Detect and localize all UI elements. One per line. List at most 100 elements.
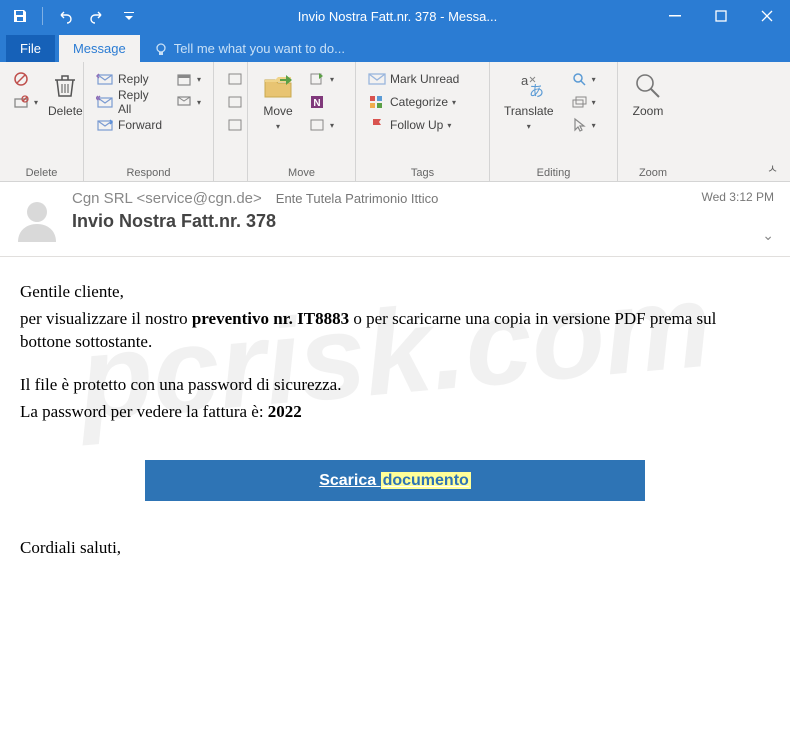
svg-text:a: a [521,73,529,88]
to-line: Ente Tutela Patrimonio Ittico [276,191,439,206]
download-label-2: documento [381,472,471,489]
window-title: Invio Nostra Fatt.nr. 378 - Messa... [143,9,652,24]
group-label-tags: Tags [364,167,481,181]
download-document-button[interactable]: Scarica documento [145,460,645,502]
group-label-move: Move [256,167,347,181]
dropdown-icon: ▾ [452,98,456,107]
received-date: Wed 3:12 PM [702,190,774,204]
translate-label: Translate [504,104,554,118]
categorize-icon [368,93,386,111]
group-label-delete: Delete [8,167,75,181]
tell-me-search[interactable]: Tell me what you want to do... [140,35,359,62]
forward-button[interactable]: Forward [92,114,167,136]
related-icon [570,93,588,111]
download-label-1: Scarica [319,472,380,489]
body-paragraph-3: La password per vedere la fattura è: 202… [20,401,770,424]
categorize-label: Categorize [390,95,448,109]
group-quicksteps [214,62,248,181]
ignore-icon [12,70,30,88]
follow-up-button[interactable]: Follow Up ▾ [364,114,463,136]
meeting-icon [175,70,193,88]
message-header: Cgn SRL <service@cgn.de> Ente Tutela Pat… [0,182,790,257]
zoom-icon [632,70,664,102]
select-button[interactable]: ▾ [566,114,600,136]
reply-icon [96,70,114,88]
dropdown-icon: ▾ [592,121,596,130]
dropdown-icon: ▾ [197,98,201,107]
group-zoom: Zoom Zoom [618,62,688,181]
more-icon [175,93,193,111]
zoom-button[interactable]: Zoom [626,66,670,122]
collapse-ribbon-button[interactable]: ㅅ [761,158,784,179]
save-button[interactable] [6,2,34,30]
reply-all-button[interactable]: Reply All [92,91,167,113]
undo-button[interactable] [51,2,79,30]
forward-icon [96,116,114,134]
subject-line: Invio Nostra Fatt.nr. 378 [72,211,702,232]
dropdown-icon: ▾ [592,98,596,107]
ignore-button[interactable] [8,68,42,90]
dropdown-icon: ▾ [527,122,531,131]
zoom-label: Zoom [633,104,664,118]
group-editing: aあ Translate ▾ ▾ ▾ ▾ Editing [490,62,618,181]
dropdown-icon: ▾ [330,121,334,130]
quickstep-3[interactable] [222,114,248,136]
reply-button[interactable]: Reply [92,68,167,90]
group-tags: Mark Unread Categorize ▾ Follow Up ▾ Tag… [356,62,490,181]
cursor-icon [570,116,588,134]
more-respond-button[interactable]: ▾ [171,91,205,113]
dropdown-icon: ▾ [330,75,334,84]
dropdown-icon: ▾ [276,122,280,131]
group-label-editing: Editing [498,167,609,181]
flag-icon [368,116,386,134]
reply-all-label: Reply All [118,88,163,116]
tab-message[interactable]: Message [59,35,140,62]
dropdown-icon: ▾ [592,75,596,84]
qat-customize-button[interactable] [115,2,143,30]
dropdown-icon: ▾ [447,121,451,130]
tell-me-label: Tell me what you want to do... [174,41,345,56]
from-line: Cgn SRL <service@cgn.de> [72,190,262,207]
tab-file[interactable]: File [6,35,55,62]
svg-text:あ: あ [529,83,544,100]
mark-unread-button[interactable]: Mark Unread [364,68,463,90]
message-body: Gentile cliente, per visualizzare il nos… [0,257,790,588]
ribbon-tabs: File Message Tell me what you want to do… [0,32,790,62]
onenote-button[interactable]: N [304,91,338,113]
group-delete: ▾ Delete Delete [0,62,84,181]
translate-button[interactable]: aあ Translate ▾ [498,66,560,137]
rules-button[interactable]: ▾ [304,68,338,90]
titlebar: Invio Nostra Fatt.nr. 378 - Messa... [0,0,790,32]
move-label: Move [263,104,292,118]
quickstep-2[interactable] [222,91,248,113]
meeting-button[interactable]: ▾ [171,68,205,90]
categorize-button[interactable]: Categorize ▾ [364,91,463,113]
onenote-icon: N [308,93,326,111]
group-move: Move ▾ ▾ N ▾ Move [248,62,356,181]
signoff: Cordiali saluti, [20,537,770,560]
maximize-button[interactable] [698,0,744,32]
quickstep-1[interactable] [222,68,248,90]
delete-button[interactable]: Delete [42,66,89,122]
ribbon: ▾ Delete Delete Reply Reply All Forward … [0,62,790,182]
actions-button[interactable]: ▾ [304,114,338,136]
move-button[interactable]: Move ▾ [256,66,300,137]
delete-label: Delete [48,104,83,118]
expand-header-button[interactable]: ⌄ [762,227,774,244]
dropdown-icon: ▾ [34,98,38,107]
reply-all-icon [96,93,114,111]
delete-icon [49,70,81,102]
group-respond: Reply Reply All Forward ▾ ▾ Respond [84,62,214,181]
forward-label: Forward [118,118,162,132]
related-button[interactable]: ▾ [566,91,600,113]
redo-button[interactable] [83,2,111,30]
minimize-button[interactable] [652,0,698,32]
junk-button[interactable]: ▾ [8,91,42,113]
separator [42,7,43,25]
close-button[interactable] [744,0,790,32]
reply-label: Reply [118,72,149,86]
find-button[interactable]: ▾ [566,68,600,90]
search-icon [570,70,588,88]
svg-text:N: N [313,98,320,109]
body-paragraph-1: per visualizzare il nostro preventivo nr… [20,308,770,354]
